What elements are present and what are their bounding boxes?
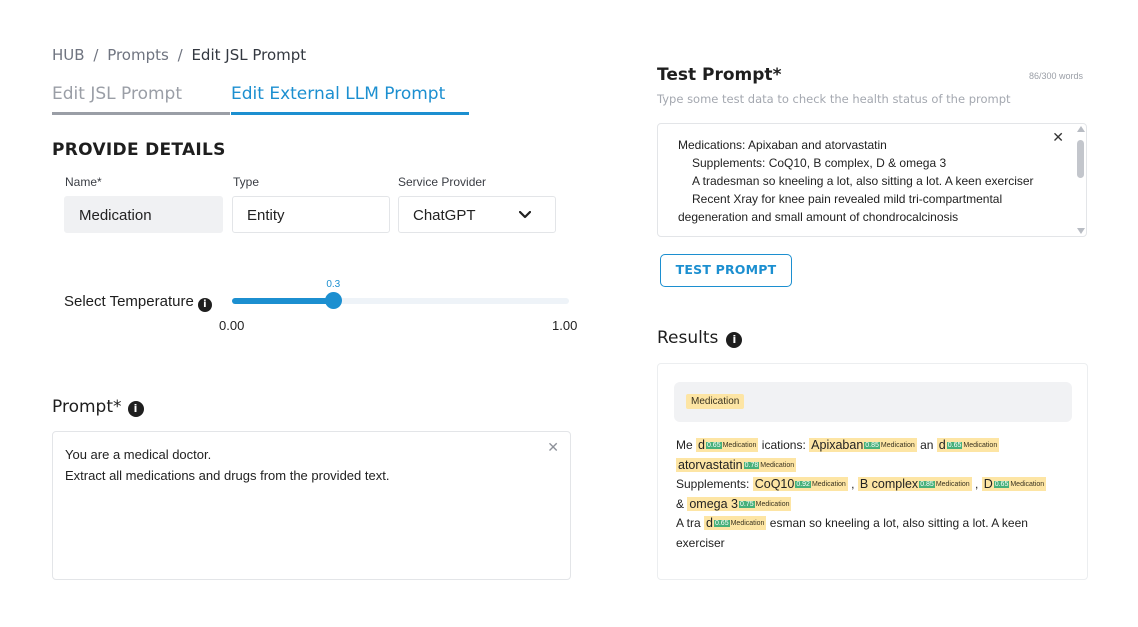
test-line: degeneration and small amount of chondro… xyxy=(678,210,959,224)
entity-annotation[interactable]: d 0.65 Medication xyxy=(696,438,759,452)
results-panel: Medication Me d 0.65 Medication ications: … xyxy=(657,363,1088,580)
confidence-score-badge: 0.65 xyxy=(993,481,1010,489)
breadcrumb-separator: / xyxy=(93,46,99,64)
entity-text: Apixaban xyxy=(811,438,864,452)
test-data-textarea[interactable]: Medications: Apixaban and atorvastatin S… xyxy=(657,123,1087,237)
results-annotated-text: Me d 0.65 Medication ications: Apixaban 0.8… xyxy=(676,436,1076,554)
test-line: A tradesman so kneeling a lot, also sitt… xyxy=(692,174,1034,188)
test-prompt-title: Test Prompt* xyxy=(657,65,782,85)
entity-annotation[interactable]: atorvastatin 0.78 Medication xyxy=(676,457,797,472)
entity-annotation[interactable]: d 0.65 Medication xyxy=(936,438,1000,452)
breadcrumb-prompts[interactable]: Prompts xyxy=(107,46,169,64)
entity-label: Medication xyxy=(1010,481,1045,489)
results-line: A tra d 0.65 Medication esman so kneeling … xyxy=(676,514,1076,553)
section-title: PROVIDE DETAILS xyxy=(52,140,226,160)
entity-annotation[interactable]: B complex 0.85 Medication xyxy=(857,477,972,492)
scroll-up-arrow-icon[interactable] xyxy=(1077,126,1085,132)
confidence-score-badge: 0.65 xyxy=(713,520,730,528)
service-provider-value: ChatGPT xyxy=(413,207,476,224)
info-icon[interactable]: i xyxy=(127,401,144,417)
entity-text: d xyxy=(698,438,705,452)
entity-text: atorvastatin xyxy=(678,457,743,472)
results-text-segment: A tra xyxy=(676,516,705,531)
temperature-label: Select Temperature i xyxy=(64,293,212,312)
entity-text: d xyxy=(938,438,946,452)
entity-annotation[interactable]: omega 3 0.75 Medication xyxy=(687,496,792,511)
temperature-min-label: 0.00 xyxy=(219,318,245,333)
test-prompt-subtitle: Type some test data to check the health … xyxy=(657,92,1011,106)
confidence-score-badge: 0.92 xyxy=(795,481,811,489)
confidence-score-badge: 0.65 xyxy=(705,442,722,449)
confidence-score-badge: 0.65 xyxy=(946,442,963,449)
prompt-title: Prompt* i xyxy=(52,397,144,417)
entity-annotation[interactable]: Apixaban 0.85 Medication xyxy=(809,438,917,452)
results-legend: Medication xyxy=(674,382,1072,422)
entity-annotation[interactable]: d 0.65 Medication xyxy=(704,516,767,531)
word-count: 86/300 words xyxy=(1029,71,1084,81)
prompt-line: Extract all medications and drugs from t… xyxy=(65,468,390,483)
scroll-down-arrow-icon[interactable] xyxy=(1077,228,1085,234)
results-text-segment: Me xyxy=(676,438,697,452)
entity-label: Medication xyxy=(730,520,765,528)
temperature-max-label: 1.00 xyxy=(552,318,578,333)
entity-label: Medication xyxy=(935,481,970,489)
entity-label: Medication xyxy=(811,481,846,489)
prompt-line: You are a medical doctor. xyxy=(65,447,212,462)
temperature-slider-thumb[interactable] xyxy=(325,292,343,309)
entity-annotation[interactable]: D 0.65 Medication xyxy=(981,477,1047,492)
confidence-score-badge: 0.75 xyxy=(739,500,755,508)
type-label: Type xyxy=(233,175,260,189)
results-text-segment: Supplements: xyxy=(676,477,753,492)
confidence-score-badge: 0.78 xyxy=(743,461,760,469)
temperature-value: 0.3 xyxy=(326,279,341,290)
temperature-slider-fill xyxy=(232,298,334,304)
entity-label: Medication xyxy=(963,442,998,449)
close-icon[interactable]: ✕ xyxy=(1052,131,1064,145)
results-line: Supplements: CoQ10 0.92 Medication , B com… xyxy=(676,475,1076,495)
info-icon[interactable]: i xyxy=(726,332,743,348)
results-line: & omega 3 0.75 Medication xyxy=(676,495,1076,515)
entity-text: d xyxy=(706,516,713,531)
test-line: Supplements: CoQ10, B complex, D & omega… xyxy=(692,156,947,170)
confidence-score-badge: 0.85 xyxy=(864,442,880,449)
results-text-segment: , xyxy=(971,477,982,492)
prompt-textarea[interactable]: You are a medical doctor. Extract all me… xyxy=(52,431,571,580)
info-icon[interactable]: i xyxy=(197,298,212,312)
chevron-down-icon xyxy=(519,211,531,219)
results-title: Results i xyxy=(657,328,743,348)
test-data-scrollbar[interactable] xyxy=(1075,124,1087,236)
results-text-segment: , xyxy=(847,477,858,492)
entity-label: Medication xyxy=(755,500,790,508)
entity-label: Medication xyxy=(722,442,757,449)
close-icon[interactable]: ✕ xyxy=(547,441,559,455)
entity-text: D xyxy=(983,477,993,492)
results-text-segment: an xyxy=(916,438,937,452)
scroll-thumb[interactable] xyxy=(1077,140,1084,178)
confidence-score-badge: 0.85 xyxy=(919,481,935,489)
entity-text: CoQ10 xyxy=(754,477,795,492)
tab-edit-jsl-prompt[interactable]: Edit JSL Prompt xyxy=(52,84,230,115)
results-line: Me d 0.65 Medication ications: Apixaban 0.8… xyxy=(676,436,1076,475)
test-prompt-button[interactable]: TEST PROMPT xyxy=(660,254,792,287)
entity-annotation[interactable]: CoQ10 0.92 Medication xyxy=(752,477,848,492)
entity-label: Medication xyxy=(760,461,795,469)
test-line: Recent Xray for knee pain revealed mild … xyxy=(692,192,1003,206)
type-field[interactable]: Entity xyxy=(232,196,390,233)
legend-chip-medication[interactable]: Medication xyxy=(686,394,745,409)
name-label: Name* xyxy=(65,175,102,189)
entity-text: B complex xyxy=(859,477,919,492)
results-text-segment: & xyxy=(676,496,688,511)
entity-label: Medication xyxy=(880,442,915,449)
breadcrumb: HUB / Prompts / Edit JSL Prompt xyxy=(52,46,306,64)
service-provider-select[interactable]: ChatGPT xyxy=(398,196,556,233)
results-text-segment: ications: xyxy=(758,438,810,452)
breadcrumb-separator: / xyxy=(177,46,183,64)
name-field[interactable]: Medication xyxy=(64,196,223,233)
breadcrumb-hub[interactable]: HUB xyxy=(52,46,85,64)
test-line: Medications: Apixaban and atorvastatin xyxy=(678,138,887,152)
service-provider-label: Service Provider xyxy=(398,175,487,189)
breadcrumb-current: Edit JSL Prompt xyxy=(191,46,307,64)
entity-text: omega 3 xyxy=(689,496,738,511)
tab-edit-external-llm-prompt[interactable]: Edit External LLM Prompt xyxy=(231,84,469,115)
